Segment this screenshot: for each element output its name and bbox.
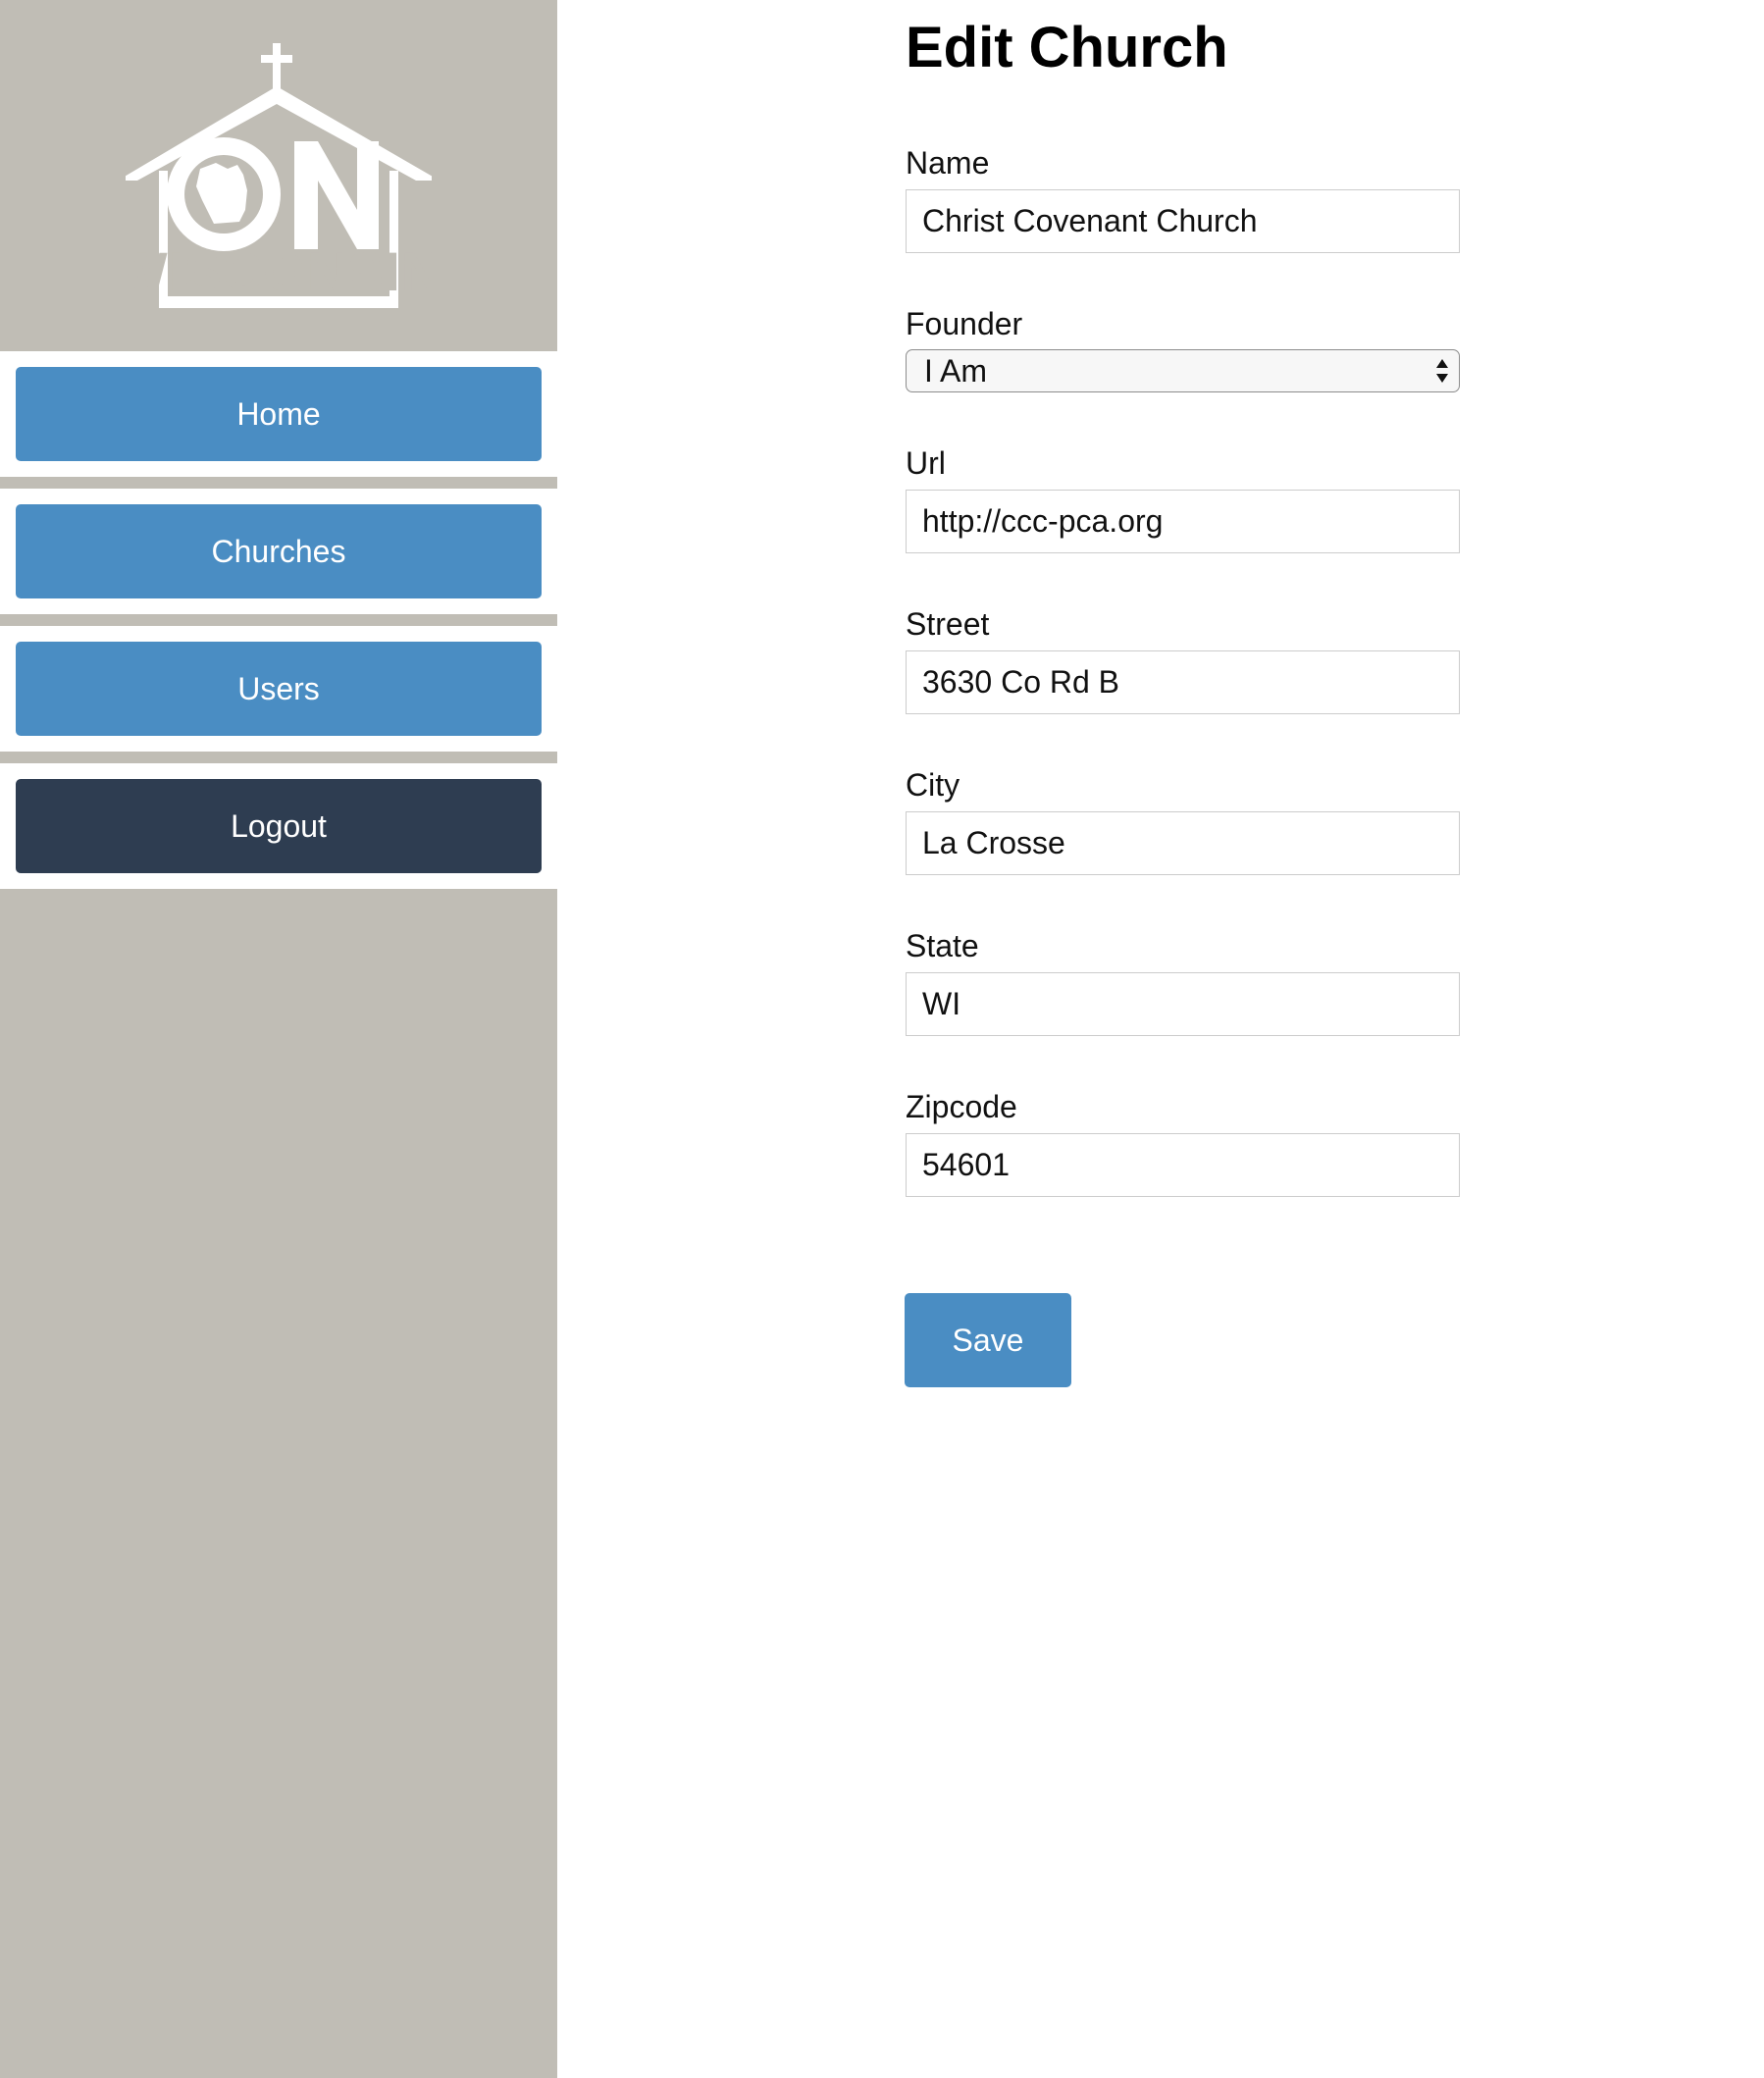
sidebar: WISCONSIN Home Churches Users Logout <box>0 0 557 2078</box>
home-button[interactable]: Home <box>16 367 542 461</box>
url-label: Url <box>906 445 946 481</box>
nav-block-home: Home <box>0 351 557 477</box>
name-input[interactable] <box>906 189 1460 253</box>
founder-select-value: I Am <box>924 353 988 389</box>
zipcode-label: Zipcode <box>906 1089 1017 1124</box>
street-input[interactable] <box>906 650 1460 714</box>
founder-label: Founder <box>906 306 1023 341</box>
logo-wisconsin-text: WISCONSIN <box>126 240 432 302</box>
church-wisconsin-logo-icon: WISCONSIN <box>126 43 432 308</box>
city-label: City <box>906 767 960 803</box>
state-input[interactable] <box>906 972 1460 1036</box>
founder-select[interactable]: I Am <box>906 349 1460 392</box>
nav-block-users: Users <box>0 626 557 752</box>
logout-button[interactable]: Logout <box>16 779 542 873</box>
logo: WISCONSIN <box>0 0 557 351</box>
nav-block-logout: Logout <box>0 763 557 889</box>
state-label: State <box>906 928 979 963</box>
name-label: Name <box>906 145 990 181</box>
main-content: Edit Church Name Founder I Am Url Street… <box>557 0 1764 2078</box>
save-button[interactable]: Save <box>905 1293 1071 1387</box>
zipcode-input[interactable] <box>906 1133 1460 1197</box>
users-button[interactable]: Users <box>16 642 542 736</box>
city-input[interactable] <box>906 811 1460 875</box>
street-label: Street <box>906 606 990 642</box>
url-input[interactable] <box>906 490 1460 553</box>
page-title: Edit Church <box>906 16 1228 79</box>
select-arrows-icon <box>1436 359 1448 383</box>
churches-button[interactable]: Churches <box>16 504 542 598</box>
nav-block-churches: Churches <box>0 489 557 614</box>
